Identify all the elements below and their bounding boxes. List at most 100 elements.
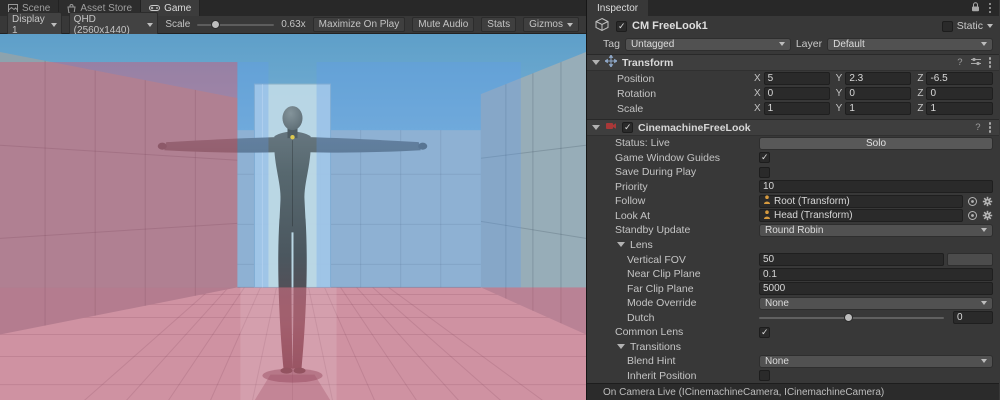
gameobject-cube-icon xyxy=(593,17,611,35)
foldout-icon[interactable] xyxy=(592,60,600,65)
far-clip-plane-label: Far Clip Plane xyxy=(627,283,759,295)
guide-floor-highlight xyxy=(240,287,336,400)
standby-update-dropdown[interactable]: Round Robin xyxy=(759,224,993,237)
z-label: Z xyxy=(917,103,923,114)
lock-icon[interactable] xyxy=(971,2,980,15)
rotation-z-field[interactable]: 0 xyxy=(926,87,993,100)
dutch-row: Dutch 0 xyxy=(587,310,999,325)
gear-icon[interactable] xyxy=(982,196,993,207)
lens-foldout[interactable]: Lens xyxy=(587,238,999,253)
rotation-y-field[interactable]: 0 xyxy=(845,87,911,100)
guide-hard-zone-left[interactable] xyxy=(0,62,237,287)
near-clip-plane-field[interactable]: 0.1 xyxy=(759,268,993,281)
tag-value: Untagged xyxy=(631,39,674,50)
priority-label: Priority xyxy=(615,181,759,193)
solo-button[interactable]: Solo xyxy=(759,137,993,150)
tag-dropdown[interactable]: Untagged xyxy=(625,38,791,51)
static-checkbox[interactable] xyxy=(942,21,953,32)
far-clip-plane-field[interactable]: 5000 xyxy=(759,282,993,295)
unity-editor: Scene Asset Store Game Display 1 Q xyxy=(0,0,1000,400)
transform-ref-icon xyxy=(763,195,771,207)
maximize-on-play-button[interactable]: Maximize On Play xyxy=(313,17,406,32)
save-during-play-label: Save During Play xyxy=(615,166,759,178)
status-label: Status: Live xyxy=(615,137,759,149)
dutch-value-field[interactable]: 0 xyxy=(953,311,993,324)
chevron-down-icon xyxy=(51,23,57,27)
scale-y-field[interactable]: 1 xyxy=(845,102,911,115)
fov-preset-box[interactable] xyxy=(947,253,993,266)
mute-audio-button[interactable]: Mute Audio xyxy=(412,17,474,32)
x-label: X xyxy=(754,73,761,84)
rotation-x-field[interactable]: 0 xyxy=(764,87,830,100)
inherit-position-checkbox[interactable] xyxy=(759,370,770,381)
chevron-down-icon xyxy=(981,228,987,232)
scale-label: Scale xyxy=(617,103,754,115)
priority-field[interactable]: 10 xyxy=(759,180,993,193)
inherit-position-label: Inherit Position xyxy=(627,370,759,382)
blend-hint-dropdown[interactable]: None xyxy=(759,355,993,368)
look-at-value: Head (Transform) xyxy=(774,210,853,221)
follow-object-field[interactable]: Root (Transform) xyxy=(759,195,963,208)
dutch-slider-knob[interactable] xyxy=(844,313,853,322)
transform-header[interactable]: Transform ? xyxy=(587,54,999,71)
tab-inspector[interactable]: Inspector xyxy=(587,0,648,16)
help-icon[interactable]: ? xyxy=(975,122,980,133)
inherit-position-row: Inherit Position xyxy=(587,369,999,384)
panel-menu-icon[interactable] xyxy=(989,7,992,10)
component-menu-icon[interactable] xyxy=(989,61,992,64)
scale-z-field[interactable]: 1 xyxy=(926,102,993,115)
presets-icon[interactable] xyxy=(971,57,981,69)
look-at-row: Look At Head (Transform) xyxy=(587,209,999,224)
position-y-field[interactable]: 2.3 xyxy=(845,72,911,85)
look-at-object-field[interactable]: Head (Transform) xyxy=(759,209,963,222)
dutch-slider[interactable] xyxy=(759,317,944,319)
rotation-label: Rotation xyxy=(617,88,754,100)
rotation-row: Rotation X0 Y0 Z0 xyxy=(587,86,999,101)
scale-slider[interactable] xyxy=(197,24,274,26)
vertical-fov-field[interactable]: 50 xyxy=(759,253,944,266)
guide-soft-zone-left[interactable] xyxy=(237,62,268,287)
object-picker-icon[interactable] xyxy=(967,210,978,221)
gear-icon[interactable] xyxy=(982,210,993,221)
common-lens-checkbox[interactable] xyxy=(759,327,770,338)
game-window-guides-row: Game Window Guides xyxy=(587,151,999,166)
dutch-label: Dutch xyxy=(627,312,759,324)
position-row: Position X5 Y2.3 Z-6.5 xyxy=(587,71,999,86)
component-menu-icon[interactable] xyxy=(989,126,992,129)
game-render xyxy=(0,34,586,400)
camera-live-statusbar: On Camera Live (ICinemachineCamera, ICin… xyxy=(587,383,999,400)
cinemachine-freelook-header[interactable]: CinemachineFreeLook ? xyxy=(587,119,999,136)
mode-override-dropdown[interactable]: None xyxy=(759,297,993,310)
object-picker-icon[interactable] xyxy=(967,196,978,207)
layer-dropdown[interactable]: Default xyxy=(827,38,993,51)
game-viewport[interactable] xyxy=(0,34,586,400)
mode-override-label: Mode Override xyxy=(627,297,759,309)
cinemachine-freelook-title: CinemachineFreeLook xyxy=(638,122,751,134)
gameobject-name[interactable]: CM FreeLook1 xyxy=(632,20,708,32)
layer-label: Layer xyxy=(796,38,822,50)
guide-soft-zone-right[interactable] xyxy=(317,62,521,287)
position-z-field[interactable]: -6.5 xyxy=(926,72,993,85)
help-icon[interactable]: ? xyxy=(957,57,962,68)
chevron-down-icon xyxy=(779,42,785,46)
vertical-fov-label: Vertical FOV xyxy=(627,254,759,266)
common-lens-row: Common Lens xyxy=(587,325,999,340)
component-enabled-checkbox[interactable] xyxy=(622,122,633,133)
gizmos-dropdown[interactable]: Gizmos xyxy=(523,17,579,32)
follow-value: Root (Transform) xyxy=(774,196,850,207)
position-x-field[interactable]: 5 xyxy=(764,72,830,85)
static-dropdown-icon[interactable] xyxy=(987,24,993,28)
static-label: Static xyxy=(957,20,983,32)
save-during-play-checkbox[interactable] xyxy=(759,167,770,178)
gameobject-active-checkbox[interactable] xyxy=(616,21,627,32)
game-panel: Scene Asset Store Game Display 1 Q xyxy=(0,0,587,400)
game-window-guides-checkbox[interactable] xyxy=(759,152,770,163)
scale-slider-knob[interactable] xyxy=(211,20,220,29)
scale-x-field[interactable]: 1 xyxy=(764,102,830,115)
follow-row: Follow Root (Transform) xyxy=(587,194,999,209)
foldout-icon[interactable] xyxy=(592,125,600,130)
transitions-foldout[interactable]: Transitions xyxy=(587,339,999,354)
transform-ref-icon xyxy=(763,210,771,222)
resolution-dropdown-label: QHD (2560x1440) xyxy=(74,14,144,36)
stats-button[interactable]: Stats xyxy=(481,17,516,32)
